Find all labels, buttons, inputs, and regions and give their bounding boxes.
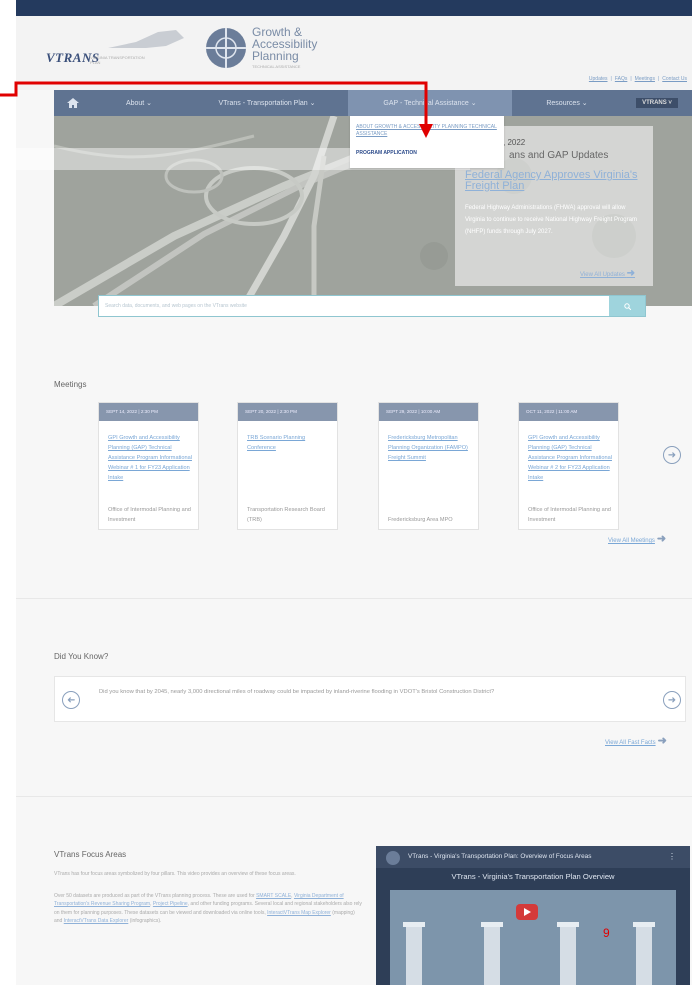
smart-scale-link[interactable]: SMART SCALE [256,893,291,899]
nav-home[interactable] [54,90,92,116]
search-icon [623,302,631,310]
meeting-organization: Office of Intermodal Planning and Invest… [528,507,611,523]
focus-areas-heading: VTrans Focus Areas [54,850,127,859]
video-title[interactable]: VTrans - Virginia's Transportation Plan:… [408,853,591,860]
section-divider [16,598,692,599]
meetings-link[interactable]: Meetings [635,76,655,82]
arrow-left-icon: ➜ [66,694,76,706]
dropdown-item-about-gap[interactable]: ABOUT GROWTH & ACCESSIBILITY PLANNING TE… [356,124,500,138]
browser-top-bar [0,0,692,16]
nav-vtrans-badge[interactable]: VTRANS ˅ [622,90,692,116]
meeting-date: SEPT 14, 2022 | 2:30 PM [99,403,198,421]
view-all-updates-link[interactable]: View All Updates ➜ [580,268,635,279]
home-icon [67,98,79,108]
video-play-button[interactable] [516,904,538,920]
gap-logo[interactable]: Growth & Accessibility Planning TECHNICA… [206,26,346,72]
faqs-link[interactable]: FAQs [615,76,628,82]
channel-avatar [386,851,400,865]
meeting-date: OCT 11, 2022 | 11:00 AM [519,403,618,421]
meeting-organization: Office of Intermodal Planning and Invest… [108,507,191,523]
site-search: Search data, documents, and web pages on… [98,295,646,317]
fast-fact-text: Did you know that by 2045, nearly 3,000 … [99,689,495,695]
utility-links: Updates | FAQs | Meetings | Contact Us [588,76,687,82]
virginia-map-icon [108,30,184,48]
meeting-date: SEPT 29, 2022 | 10:00 AM [379,403,478,421]
nav-resources[interactable]: Resources ⌄ [512,90,622,116]
updates-link[interactable]: Updates [589,76,608,82]
arrow-right-icon: ➜ [667,694,677,706]
gap-logo-title: Growth & Accessibility Planning [252,25,318,63]
nav-vtrans-plan[interactable]: VTrans - Transportation Plan ⌄ [186,90,348,116]
pillar-image [481,922,503,985]
featured-update-title[interactable]: Federal Agency Approves Virginia's Freig… [465,170,645,192]
search-input[interactable]: Search data, documents, and web pages on… [105,303,247,309]
video-menu-icon[interactable]: ⋮ [668,852,676,861]
vtrans-logo-subtitle: VIRGINIA TRANSPORTATION PLAN [90,55,145,65]
page: VTRANS VIRGINIA TRANSPORTATION PLAN Grow… [0,0,692,985]
video-subtitle: VTrans - Virginia's Transportation Plan … [451,872,615,881]
arrow-right-icon: ➜ [626,268,635,279]
meeting-title[interactable]: GPI Growth and Accessibility Planning (G… [528,433,616,483]
annotation-number: 9 [603,926,610,940]
did-you-know-heading: Did You Know? [54,652,109,661]
view-all-meetings-link[interactable]: View All Meetings ➜ [608,532,666,545]
meeting-card[interactable]: OCT 11, 2022 | 11:00 AM GPI Growth and A… [518,402,619,530]
meetings-next-button[interactable]: ➜ [663,446,681,464]
view-all-fast-facts-link[interactable]: View All Fast Facts ➜ [605,734,667,747]
meeting-title[interactable]: TRB Scenario Planning Conference [247,433,335,453]
contact-us-link[interactable]: Contact Us [662,76,687,82]
gap-logo-tagline: TECHNICAL ASSISTANCE [252,64,301,69]
meeting-title[interactable]: GPI Growth and Accessibility Planning (G… [108,433,196,483]
section-divider [16,796,692,797]
focus-areas-datasets-text: Over 50 datasets are produced as part of… [54,893,362,925]
vtrans-badge-text: VTRANS ˅ [636,98,678,108]
featured-update-body: Federal Highway Administrations (FHWA) a… [465,205,637,235]
meeting-title[interactable]: Fredericksburg Metropolitan Planning Org… [388,433,476,463]
nav-about[interactable]: About ⌄ [92,90,186,116]
dropdown-item-program-application[interactable]: PROGRAM APPLICATION [350,146,504,160]
video-title-bar: VTrans - Virginia's Transportation Plan:… [376,846,690,868]
meeting-card[interactable]: SEPT 29, 2022 | 10:00 AM Fredericksburg … [378,402,479,530]
updates-heading: ans and GAP Updates [509,150,609,161]
map-explorer-link[interactable]: InteractVTrans Map Explorer [267,910,331,916]
arrow-right-icon: ➜ [667,449,677,461]
pillar-image [403,922,425,985]
meetings-heading: Meetings [54,380,87,389]
meeting-card[interactable]: SEPT 20, 2022 | 2:30 PM TRB Scenario Pla… [237,402,338,530]
project-pipeline-link[interactable]: Project Pipeline [153,901,188,907]
focus-areas-intro: VTrans has four focus areas symbolized b… [54,871,296,877]
meeting-card[interactable]: SEPT 14, 2022 | 2:30 PM GPI Growth and A… [98,402,199,530]
data-explorer-link[interactable]: InteractVTrans Data Explorer [64,918,129,924]
arrow-right-icon: ➜ [656,533,667,545]
pillar-image [633,922,655,985]
fast-fact-box: Did you know that by 2045, nearly 3,000 … [54,676,686,722]
fact-next-button[interactable]: ➜ [663,691,681,709]
fact-prev-button[interactable]: ➜ [62,691,80,709]
arrow-right-icon: ➜ [657,735,667,747]
vtrans-logo[interactable]: VTRANS VIRGINIA TRANSPORTATION PLAN [46,28,184,72]
updates-date: , 2022 [503,138,526,147]
gap-logo-icon [206,28,246,68]
meeting-organization: Fredericksburg Area MPO [388,517,453,523]
meeting-date: SEPT 20, 2022 | 2:30 PM [238,403,337,421]
left-frame [0,0,16,985]
main-nav: About ⌄ VTrans - Transportation Plan ⌄ G… [54,90,692,116]
search-button[interactable] [609,296,645,316]
meeting-organization: Transportation Research Board (TRB) [247,507,325,523]
pillar-image [557,922,579,985]
nav-gap-technical-assistance[interactable]: GAP - Technical Assistance ⌄ [348,90,512,116]
gap-dropdown-menu: ABOUT GROWTH & ACCESSIBILITY PLANNING TE… [350,116,504,168]
